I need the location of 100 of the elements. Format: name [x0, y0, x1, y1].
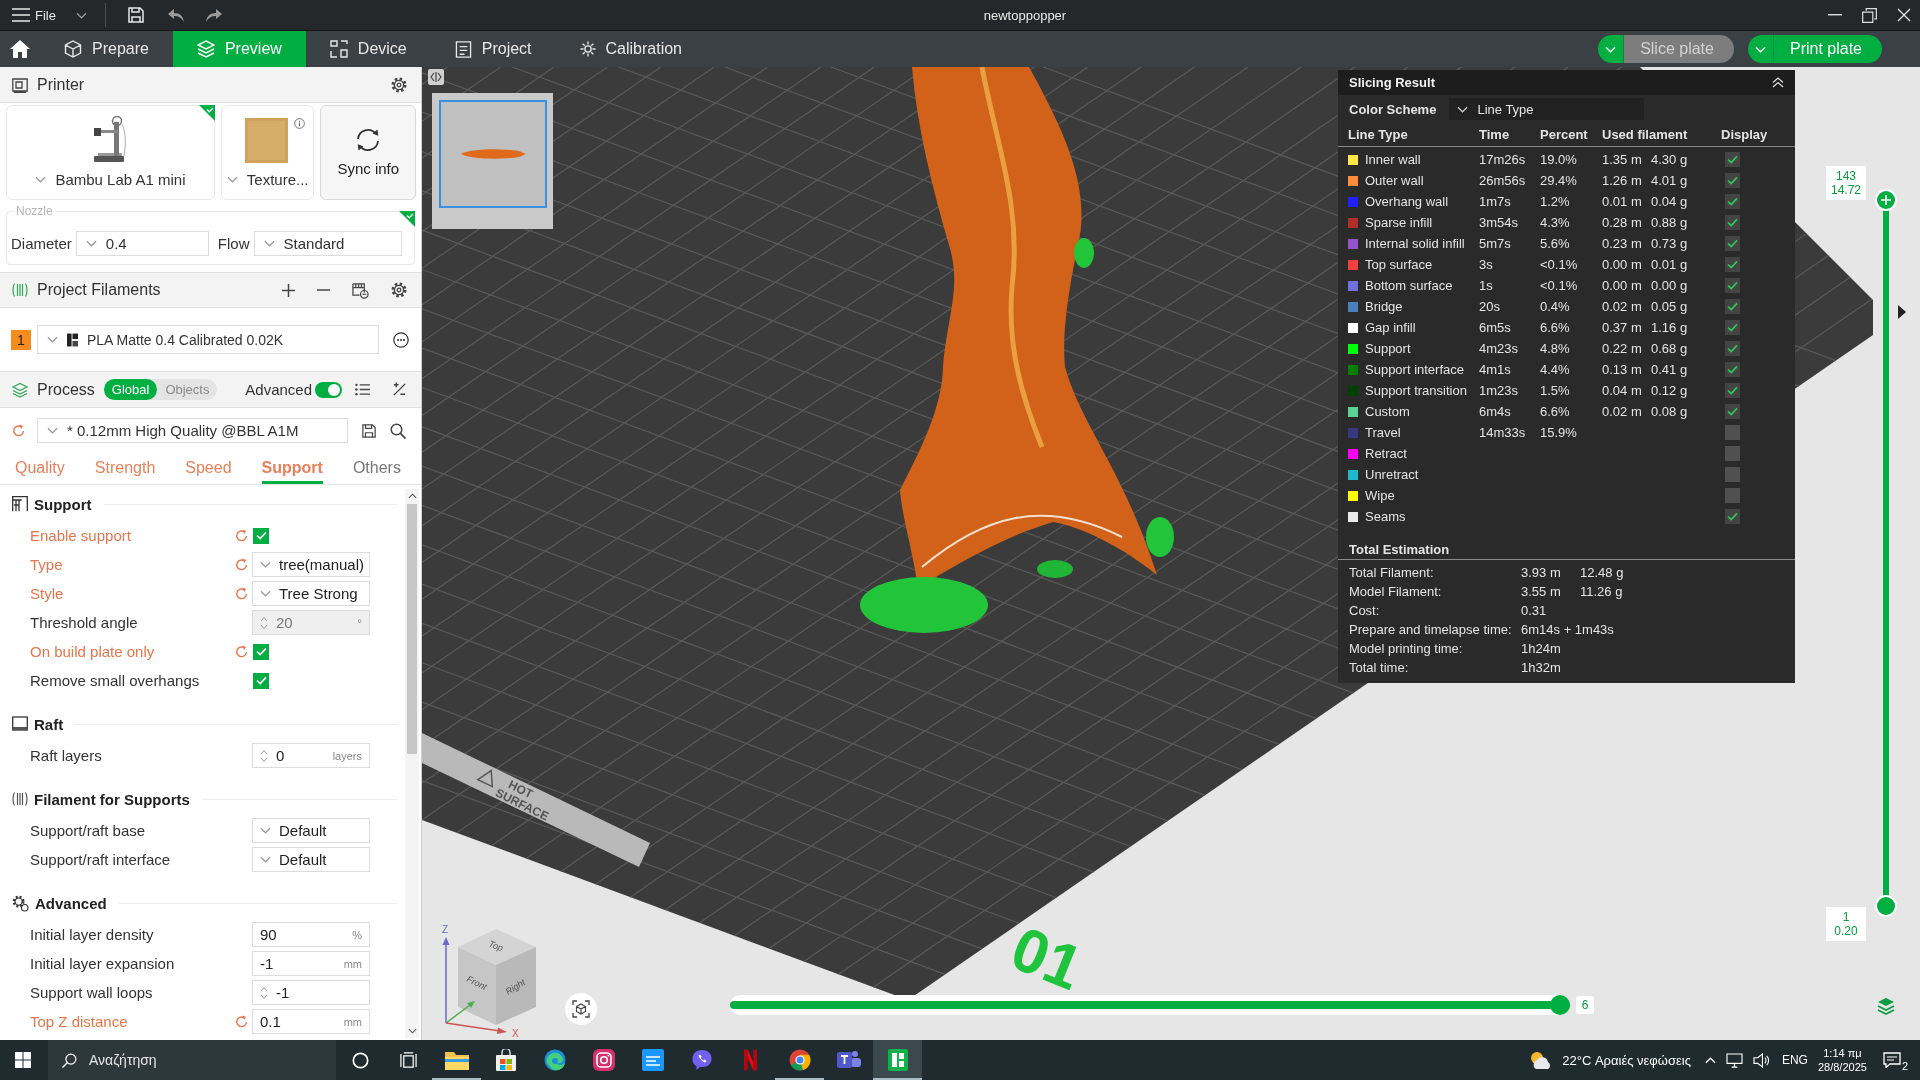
dropdown-field[interactable]: Tree Strong	[252, 581, 370, 606]
display-checkbox[interactable]	[1725, 341, 1740, 356]
clock-time[interactable]: 1:14 πμ	[1823, 1046, 1862, 1060]
save-icon[interactable]	[362, 423, 376, 438]
display-checkbox[interactable]	[1725, 404, 1740, 419]
reset-icon[interactable]	[235, 1015, 248, 1028]
settings-icon[interactable]	[391, 282, 407, 298]
collapse-icon[interactable]	[1772, 77, 1784, 88]
display-checkbox[interactable]	[1725, 320, 1740, 335]
navigation-tab[interactable]: Calibration	[555, 31, 706, 67]
navigation-tab[interactable]: Prepare	[40, 31, 173, 67]
info-icon[interactable]	[293, 118, 305, 129]
checkbox[interactable]	[253, 672, 269, 689]
more-icon[interactable]	[393, 331, 409, 348]
minimize-icon[interactable]	[1828, 14, 1842, 16]
layer-slider-track[interactable]	[1875, 189, 1897, 917]
dropdown-field[interactable]: Default	[252, 847, 370, 872]
display-checkbox[interactable]	[1725, 152, 1740, 167]
dropdown-field[interactable]: Default	[252, 818, 370, 843]
close-icon[interactable]	[1897, 8, 1911, 22]
sync-info-button[interactable]: Sync info	[320, 105, 416, 200]
slider-handle[interactable]	[1550, 995, 1570, 1015]
network-icon[interactable]	[1725, 1052, 1743, 1068]
settings-tab[interactable]: Others	[352, 453, 401, 484]
display-checkbox[interactable]	[1725, 467, 1740, 482]
move-slider-track[interactable]	[730, 995, 1570, 1015]
number-field[interactable]: -1	[252, 980, 370, 1005]
slider-handle[interactable]	[1875, 189, 1897, 211]
redo-icon[interactable]	[205, 8, 222, 22]
reset-icon[interactable]	[235, 529, 248, 542]
display-checkbox[interactable]	[1725, 257, 1740, 272]
advanced-switch[interactable]	[315, 381, 342, 398]
field-label: Flow	[217, 234, 250, 252]
printer-card[interactable]: Bambu Lab A1 mini	[6, 105, 215, 200]
caret-icon	[35, 176, 47, 183]
plate-card[interactable]: Texture...	[220, 105, 315, 200]
restore-icon[interactable]	[1862, 7, 1877, 23]
weather-text[interactable]: 22°C Αραιές νεφώσεις	[1562, 1052, 1691, 1068]
navigation-tab[interactable]: Project	[430, 31, 556, 67]
plate-thumbnail[interactable]	[438, 100, 547, 208]
display-checkbox[interactable]	[1725, 299, 1740, 314]
undo-icon[interactable]	[167, 8, 184, 22]
reset-icon[interactable]	[235, 587, 248, 600]
display-checkbox[interactable]	[1725, 278, 1740, 293]
display-checkbox[interactable]	[1725, 425, 1740, 440]
layers-icon[interactable]	[1877, 997, 1895, 1015]
display-checkbox[interactable]	[1725, 194, 1740, 209]
taskbar-app[interactable]	[873, 1040, 922, 1080]
checkbox[interactable]	[253, 527, 269, 544]
search-icon[interactable]	[390, 422, 406, 439]
language-indicator[interactable]: ENG	[1781, 1053, 1808, 1067]
windows-logo-icon	[15, 1052, 31, 1068]
table-cell-text: 0.23 m	[1602, 236, 1643, 251]
search-field[interactable]: Αναζήτηση	[48, 1040, 336, 1080]
diameter-dropdown[interactable]: 0.4	[75, 230, 209, 256]
color-scheme-dropdown[interactable]: Line Type	[1449, 98, 1645, 120]
display-checkbox[interactable]	[1725, 488, 1740, 503]
filament-dropdown[interactable]: PLA Matte 0.4 Calibrated 0.02K	[37, 325, 379, 354]
notification-icon[interactable]	[1882, 1052, 1901, 1068]
settings-icon[interactable]	[391, 76, 407, 93]
number-field[interactable]: 0.1 mm	[252, 1009, 370, 1034]
stepper-icon[interactable]	[260, 748, 268, 763]
stepper-icon[interactable]	[260, 985, 268, 1000]
display-checkbox[interactable]	[1725, 215, 1740, 230]
dropdown-field[interactable]: tree(manual)	[252, 552, 370, 577]
scrollbar-thumb[interactable]	[407, 504, 417, 754]
reset-icon[interactable]	[12, 424, 25, 437]
estimate-value: 3.55 m	[1521, 584, 1562, 599]
table-icon[interactable]	[352, 281, 369, 299]
dropdown-button[interactable]	[1747, 35, 1774, 63]
preset-dropdown[interactable]: * 0.12mm High Quality @BBL A1M	[37, 418, 348, 443]
view-button[interactable]	[565, 993, 597, 1025]
slider-handle[interactable]	[1875, 895, 1897, 917]
navigation-tab[interactable]: Device	[305, 31, 431, 67]
plus-minus-icon[interactable]	[392, 382, 407, 397]
checkbox[interactable]	[253, 643, 269, 660]
display-checkbox[interactable]	[1725, 362, 1740, 377]
list-icon[interactable]	[355, 383, 370, 396]
display-checkbox[interactable]	[1725, 236, 1740, 251]
flow-dropdown[interactable]: Standard	[253, 230, 402, 256]
chevron-down-icon[interactable]	[407, 1028, 417, 1034]
number-field[interactable]: 0 layers	[252, 743, 370, 768]
display-checkbox[interactable]	[1725, 509, 1740, 524]
reset-icon[interactable]	[235, 558, 248, 571]
number-field[interactable]: -1 mm	[252, 951, 370, 976]
panel-toggle-icon[interactable]	[428, 69, 444, 85]
number-field[interactable]: 90 %	[252, 922, 370, 947]
reset-icon[interactable]	[235, 645, 248, 658]
dropdown-button[interactable]	[1598, 35, 1625, 63]
file-menu-button[interactable]: File	[12, 7, 56, 23]
display-checkbox[interactable]	[1725, 173, 1740, 188]
caret-icon[interactable]	[1898, 305, 1906, 319]
volume-icon[interactable]	[1752, 1052, 1770, 1068]
people-tile-icon	[836, 1049, 861, 1071]
filament-slot[interactable]: 1	[11, 329, 31, 350]
plus-icon[interactable]	[282, 283, 295, 297]
display-checkbox[interactable]	[1725, 446, 1740, 461]
scrollbar[interactable]	[405, 489, 419, 1038]
display-checkbox[interactable]	[1725, 383, 1740, 398]
clock-date[interactable]: 28/8/2025	[1817, 1060, 1867, 1074]
